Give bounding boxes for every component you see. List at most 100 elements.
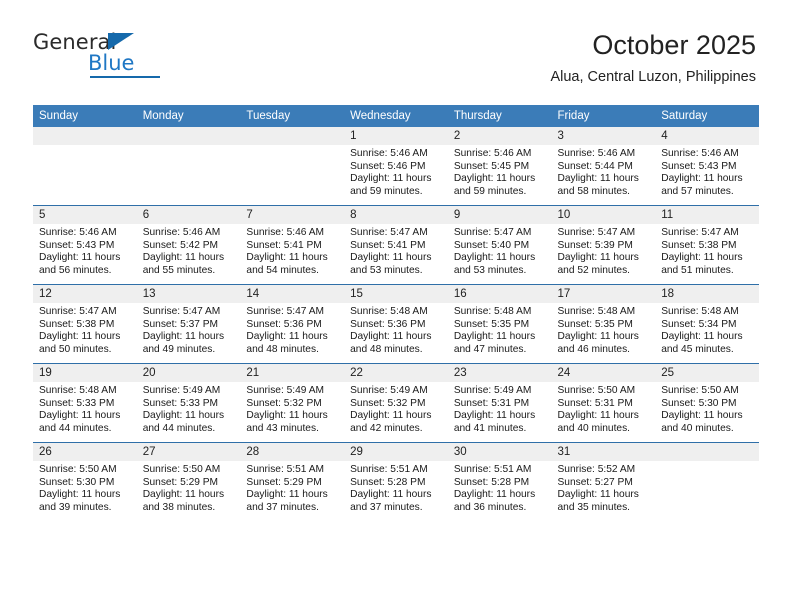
sunset-text: Sunset: 5:36 PM: [246, 318, 322, 330]
calendar-day-cell[interactable]: 23 Sunrise: 5:49 AM Sunset: 5:31 PM Dayligh…: [447, 363, 552, 443]
daylight-text: and 48 minutes.: [246, 343, 319, 355]
daylight-text: and 48 minutes.: [350, 343, 423, 355]
calendar-week-row: 12 Sunrise: 5:47 AM Sunset: 5:38 PM Dayligh…: [33, 284, 759, 364]
calendar-day-cell[interactable]: 27 Sunrise: 5:50 AM Sunset: 5:29 PM Dayligh…: [136, 442, 241, 521]
weekday-header-row: Sunday Monday Tuesday Wednesday Thursday Frid…: [33, 105, 759, 127]
day-details: Sunrise: 5:51 AM Sunset: 5:29 PM Daylight:…: [240, 461, 344, 514]
sunrise-sunset-calendar: Sunday Monday Tuesday Wednesday Thursday Frid…: [33, 105, 759, 521]
daylight-text: and 59 minutes.: [453, 185, 527, 197]
sunrise-text: Sunrise: 5:48 AM: [350, 306, 428, 317]
sunset-text: Sunset: 5:38 PM: [661, 239, 737, 251]
calendar-day-cell[interactable]: 21 Sunrise: 5:49 AM Sunset: 5:32 PM Dayligh…: [240, 363, 345, 443]
sunrise-text: Sunrise: 5:48 AM: [453, 306, 532, 317]
calendar-day-cell[interactable]: 6 Sunrise: 5:46 AM Sunset: 5:42 PM Daylight…: [136, 205, 241, 285]
day-number: 21: [240, 364, 345, 382]
calendar-day-cell[interactable]: 8 Sunrise: 5:47 AM Sunset: 5:41 PM Daylight…: [344, 205, 448, 285]
day-details: Sunrise: 5:47 AM Sunset: 5:39 PM Daylight:…: [552, 224, 656, 277]
daylight-text: Daylight: 11 hours: [453, 173, 536, 185]
day-number: 10: [551, 206, 656, 224]
calendar-day-cell[interactable]: 19 Sunrise: 5:48 AM Sunset: 5:33 PM Dayligh…: [33, 363, 137, 443]
calendar-day-cell[interactable]: 24 Sunrise: 5:50 AM Sunset: 5:31 PM Dayligh…: [551, 363, 656, 443]
day-details: Sunrise: 5:47 AM Sunset: 5:40 PM Daylight:…: [448, 224, 552, 277]
calendar-day-cell[interactable]: 25 Sunrise: 5:50 AM Sunset: 5:30 PM Dayligh…: [655, 363, 759, 443]
calendar-day-cell[interactable]: 17 Sunrise: 5:48 AM Sunset: 5:35 PM Dayligh…: [551, 284, 656, 364]
calendar-day-cell[interactable]: 15 Sunrise: 5:48 AM Sunset: 5:36 PM Dayligh…: [344, 284, 448, 364]
calendar-day-cell[interactable]: 13 Sunrise: 5:47 AM Sunset: 5:37 PM Dayligh…: [136, 284, 241, 364]
calendar-day-cell[interactable]: 4 Sunrise: 5:46 AM Sunset: 5:43 PM Daylight…: [655, 127, 759, 206]
day-number: 2: [447, 127, 552, 145]
calendar-day-cell[interactable]: 1 Sunrise: 5:46 AM Sunset: 5:46 PM Daylight…: [344, 127, 448, 206]
day-details: Sunrise: 5:51 AM Sunset: 5:28 PM Daylight:…: [344, 461, 448, 514]
calendar-day-cell[interactable]: 3 Sunrise: 5:46 AM Sunset: 5:44 PM Daylight…: [551, 127, 656, 206]
daylight-text: Daylight: 11 hours: [39, 410, 121, 422]
daylight-text: Daylight: 11 hours: [142, 252, 225, 264]
calendar-day-cell-empty: [655, 442, 759, 521]
daylight-text: and 39 minutes.: [39, 501, 112, 513]
sunset-text: Sunset: 5:32 PM: [350, 397, 426, 409]
day-number: 4: [655, 127, 759, 145]
calendar-day-cell[interactable]: 31 Sunrise: 5:52 AM Sunset: 5:27 PM Dayligh…: [551, 442, 656, 521]
day-number: 24: [551, 364, 656, 382]
daylight-text: Daylight: 11 hours: [557, 410, 639, 422]
calendar-day-cell[interactable]: 14 Sunrise: 5:47 AM Sunset: 5:36 PM Dayligh…: [240, 284, 345, 364]
day-details: Sunrise: 5:49 AM Sunset: 5:33 PM Daylight:…: [137, 382, 241, 435]
day-details: Sunrise: 5:46 AM Sunset: 5:45 PM Daylight:…: [448, 145, 552, 198]
sunset-text: Sunset: 5:43 PM: [39, 239, 115, 251]
calendar-day-cell[interactable]: 9 Sunrise: 5:47 AM Sunset: 5:40 PM Daylight…: [447, 205, 552, 285]
calendar-day-cell[interactable]: 18 Sunrise: 5:48 AM Sunset: 5:34 PM Dayligh…: [655, 284, 759, 364]
day-details: [655, 461, 759, 464]
daylight-text: and 57 minutes.: [661, 185, 734, 197]
calendar-day-cell[interactable]: 29 Sunrise: 5:51 AM Sunset: 5:28 PM Dayligh…: [344, 442, 448, 521]
calendar-day-cell[interactable]: 5 Sunrise: 5:46 AM Sunset: 5:43 PM Daylight…: [33, 205, 137, 285]
sunrise-text: Sunrise: 5:46 AM: [661, 148, 739, 159]
calendar-day-cell[interactable]: 26 Sunrise: 5:50 AM Sunset: 5:30 PM Dayligh…: [33, 442, 137, 521]
calendar-day-cell[interactable]: 11 Sunrise: 5:47 AM Sunset: 5:38 PM Dayligh…: [655, 205, 759, 285]
sunrise-text: Sunrise: 5:48 AM: [39, 385, 117, 396]
daylight-text: Daylight: 11 hours: [350, 252, 432, 264]
calendar-day-cell[interactable]: 16 Sunrise: 5:48 AM Sunset: 5:35 PM Dayligh…: [447, 284, 552, 364]
sunrise-text: Sunrise: 5:49 AM: [453, 385, 532, 396]
sunset-text: Sunset: 5:35 PM: [557, 318, 633, 330]
daylight-text: Daylight: 11 hours: [557, 173, 639, 185]
daylight-text: and 45 minutes.: [661, 343, 734, 355]
day-number: 9: [447, 206, 552, 224]
calendar-week-row: 1 Sunrise: 5:46 AM Sunset: 5:46 PM Daylight…: [33, 127, 759, 206]
day-number: [655, 443, 759, 461]
calendar-day-cell[interactable]: 7 Sunrise: 5:46 AM Sunset: 5:41 PM Daylight…: [240, 205, 345, 285]
calendar-day-cell[interactable]: 28 Sunrise: 5:51 AM Sunset: 5:29 PM Dayligh…: [240, 442, 345, 521]
calendar-day-cell[interactable]: 20 Sunrise: 5:49 AM Sunset: 5:33 PM Dayligh…: [136, 363, 241, 443]
sunset-text: Sunset: 5:28 PM: [350, 476, 426, 488]
daylight-text: Daylight: 11 hours: [661, 173, 743, 185]
daylight-text: and 56 minutes.: [39, 264, 112, 276]
sunrise-text: Sunrise: 5:52 AM: [557, 464, 636, 475]
calendar-day-cell[interactable]: 22 Sunrise: 5:49 AM Sunset: 5:32 PM Dayligh…: [344, 363, 448, 443]
daylight-text: Daylight: 11 hours: [453, 331, 536, 343]
calendar-day-cell-empty: [33, 127, 137, 206]
calendar-day-cell-empty: [240, 127, 345, 206]
day-details: Sunrise: 5:50 AM Sunset: 5:31 PM Daylight:…: [552, 382, 656, 435]
day-details: Sunrise: 5:49 AM Sunset: 5:32 PM Daylight:…: [344, 382, 448, 435]
calendar-header-row: Sunday Monday Tuesday Wednesday Thursday Frid…: [33, 105, 759, 127]
calendar-day-cell[interactable]: 2 Sunrise: 5:46 AM Sunset: 5:45 PM Daylight…: [447, 127, 552, 206]
calendar-day-cell[interactable]: 12 Sunrise: 5:47 AM Sunset: 5:38 PM Dayligh…: [33, 284, 137, 364]
daylight-text: and 43 minutes.: [246, 422, 319, 434]
daylight-text: Daylight: 11 hours: [661, 410, 743, 422]
sunrise-text: Sunrise: 5:46 AM: [557, 148, 636, 159]
day-number: 6: [136, 206, 241, 224]
daylight-text: Daylight: 11 hours: [557, 489, 639, 501]
day-number: 30: [447, 443, 552, 461]
day-number: 7: [240, 206, 345, 224]
daylight-text: and 46 minutes.: [557, 343, 631, 355]
daylight-text: Daylight: 11 hours: [661, 252, 743, 264]
daylight-text: and 53 minutes.: [453, 264, 527, 276]
daylight-text: and 49 minutes.: [142, 343, 216, 355]
sunset-text: Sunset: 5:30 PM: [39, 476, 115, 488]
daylight-text: Daylight: 11 hours: [453, 489, 536, 501]
daylight-text: Daylight: 11 hours: [557, 331, 639, 343]
sunset-text: Sunset: 5:39 PM: [557, 239, 633, 251]
daylight-text: and 58 minutes.: [557, 185, 631, 197]
calendar-day-cell[interactable]: 30 Sunrise: 5:51 AM Sunset: 5:28 PM Dayligh…: [447, 442, 552, 521]
day-number: 26: [33, 443, 137, 461]
calendar-day-cell[interactable]: 10 Sunrise: 5:47 AM Sunset: 5:39 PM Dayligh…: [551, 205, 656, 285]
day-details: [33, 145, 137, 148]
